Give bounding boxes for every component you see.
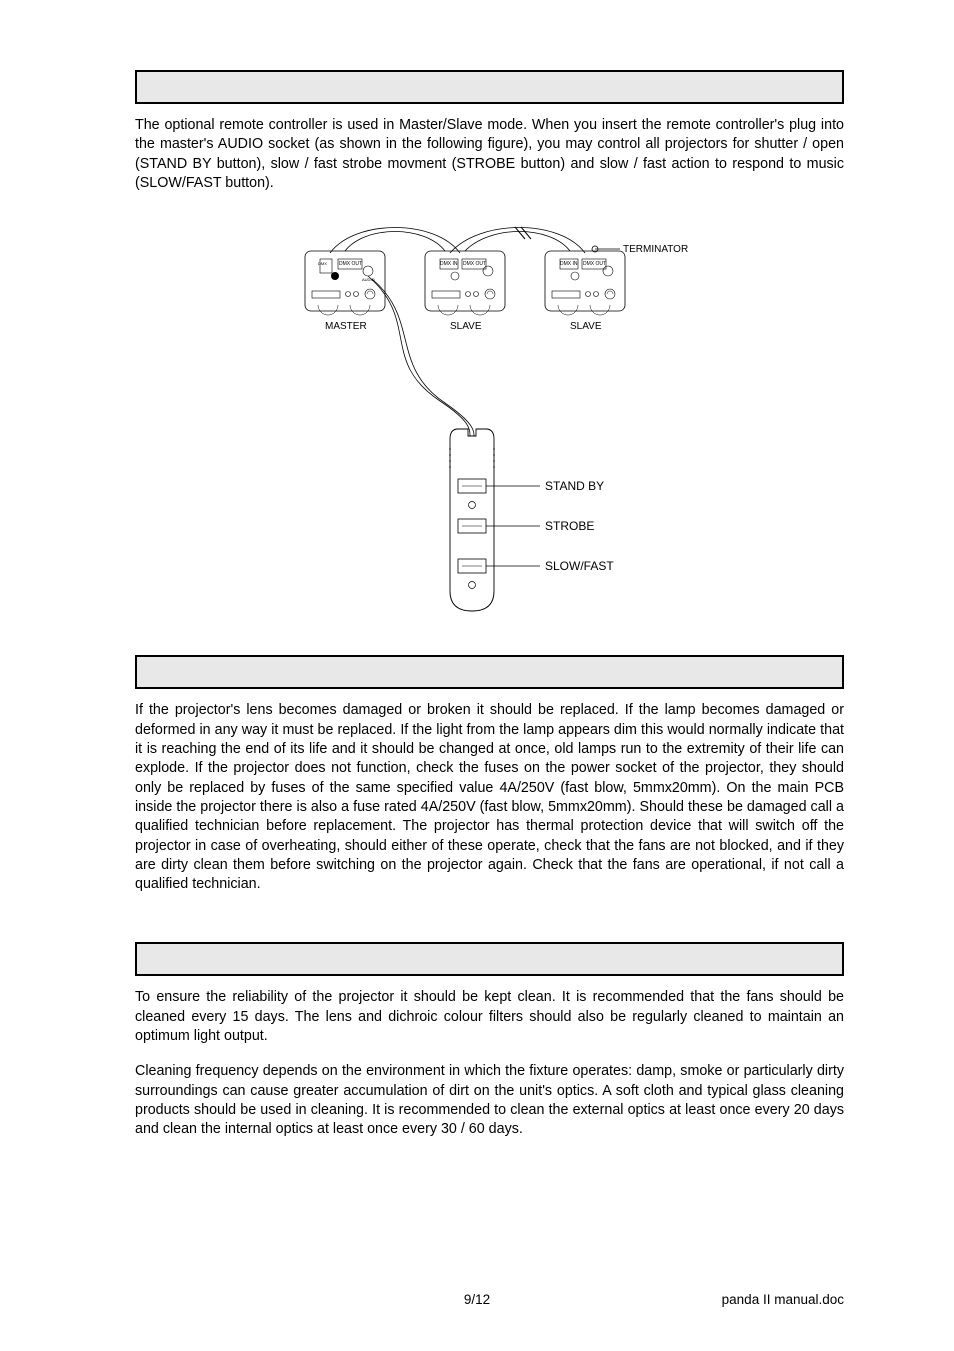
device-label-master: MASTER <box>325 321 367 332</box>
device-slave-1: DMX IN DMX OUT SLAVE <box>425 251 505 332</box>
remote-label-standby: STAND BY <box>545 479 604 493</box>
maintenance-paragraph-2: Cleaning frequency depends on the enviro… <box>135 1062 844 1139</box>
svg-text:DMX OUT: DMX OUT <box>583 261 606 267</box>
maintenance-paragraph-1: To ensure the reliability of the project… <box>135 988 844 1046</box>
device-slave-2: DMX IN DMX OUT SLAVE <box>545 251 625 332</box>
remote-controller: STAND BY STROBE SLOW/FAST <box>449 429 614 611</box>
svg-text:DMX OUT: DMX OUT <box>463 261 486 267</box>
connection-diagram: TERMINATOR DMX DMX OUT AUDIO MASTER <box>135 221 844 627</box>
remote-label-strobe: STROBE <box>545 519 594 533</box>
page-number: 9/12 <box>0 1291 954 1309</box>
document-page: The optional remote controller is used i… <box>0 0 954 1351</box>
diagram-svg: TERMINATOR DMX DMX OUT AUDIO MASTER <box>290 221 690 621</box>
svg-text:DMX: DMX <box>318 261 327 266</box>
section-header-repair <box>135 655 844 689</box>
section-header-remote <box>135 70 844 104</box>
svg-text:DMX IN: DMX IN <box>560 261 578 267</box>
page-footer: 9/12 panda II manual.doc <box>0 1291 954 1309</box>
terminator-label: TERMINATOR <box>623 244 688 255</box>
svg-text:DMX IN: DMX IN <box>440 261 458 267</box>
device-master: DMX DMX OUT AUDIO MASTER <box>305 251 385 332</box>
device-label-slave-2: SLAVE <box>570 321 602 332</box>
svg-text:DMX OUT: DMX OUT <box>339 261 362 267</box>
device-label-slave-1: SLAVE <box>450 321 482 332</box>
repair-paragraph: If the projector's lens becomes damaged … <box>135 701 844 894</box>
remote-intro-paragraph: The optional remote controller is used i… <box>135 116 844 193</box>
remote-label-slowfast: SLOW/FAST <box>545 559 614 573</box>
section-header-maintenance <box>135 942 844 976</box>
